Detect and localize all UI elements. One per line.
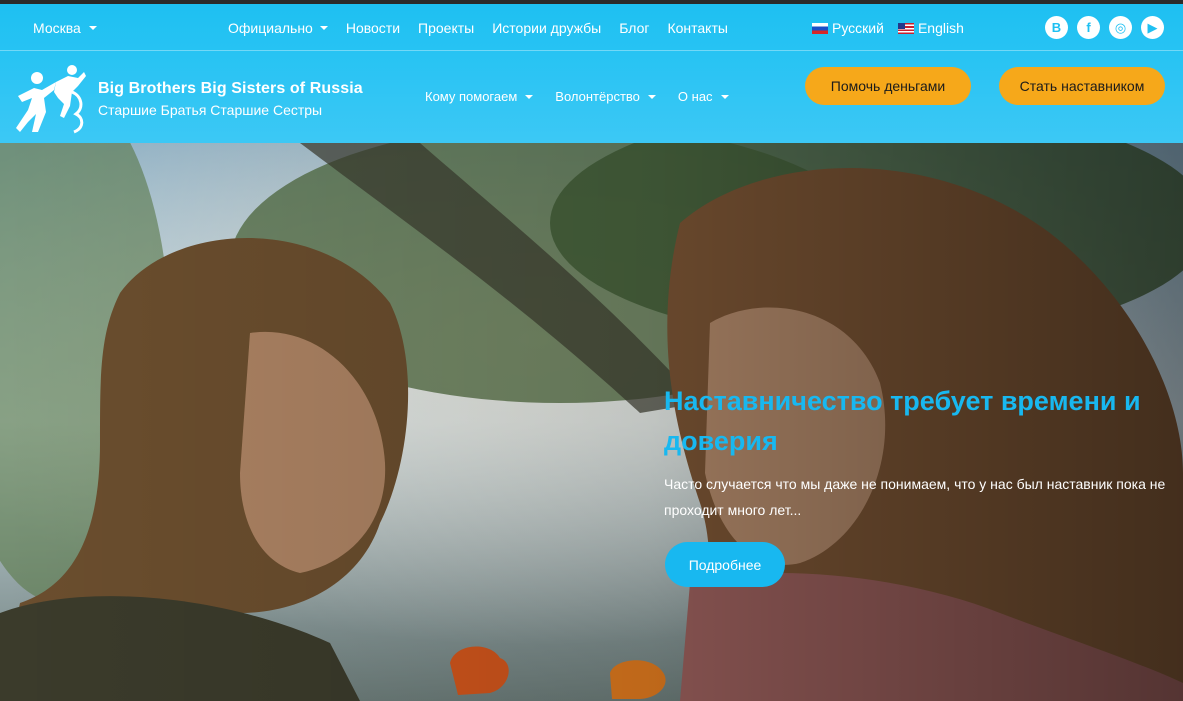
top-nav-label: Контакты [667, 20, 728, 36]
facebook-icon[interactable]: f [1077, 16, 1100, 39]
city-dropdown[interactable]: Москва [33, 20, 97, 36]
usa-flag-icon [897, 22, 914, 34]
main-nav-about[interactable]: О нас [678, 89, 729, 104]
vk-icon[interactable]: В [1045, 16, 1068, 39]
main-nav: Кому помогаем Волонтёрство О нас [425, 89, 729, 104]
hero-title: Наставничество требует времени и доверия [664, 386, 1141, 456]
top-nav-label: Истории дружбы [492, 20, 602, 36]
hero-description: Часто случается что мы даже не понимаем,… [664, 476, 1166, 518]
top-nav-stories[interactable]: Истории дружбы [492, 20, 601, 36]
become-mentor-button[interactable]: Стать наставником [999, 67, 1165, 105]
site-header: Москва Официально Новости Проекты Истори… [0, 4, 1183, 143]
russia-flag-icon [812, 22, 828, 34]
lang-label: English [917, 20, 964, 36]
chevron-down-icon [720, 94, 729, 99]
chevron-down-icon [319, 26, 328, 30]
top-nav-contacts[interactable]: Контакты [667, 20, 727, 36]
top-nav-official[interactable]: Официально [228, 20, 328, 36]
top-nav-label: Новости [345, 20, 401, 36]
donate-button[interactable]: Помочь деньгами [805, 67, 971, 105]
lang-russian[interactable]: Русский [812, 20, 884, 36]
language-switcher: Русский English [812, 20, 964, 36]
main-nav-label: Волонтёрство [555, 89, 640, 104]
main-nav-label: Кому помогаем [425, 89, 518, 104]
top-nav-blog[interactable]: Блог [619, 20, 649, 36]
site-logo[interactable]: Big Brothers Big Sisters of Russia Старш… [10, 62, 363, 136]
read-more-button[interactable]: Подробнее [665, 542, 785, 587]
top-nav: Официально Новости Проекты Истории дружб… [228, 20, 728, 36]
city-label: Москва [33, 20, 81, 36]
top-bar: Москва Официально Новости Проекты Истори… [0, 4, 1183, 51]
main-nav-whom-we-help[interactable]: Кому помогаем [425, 89, 534, 104]
top-nav-news[interactable]: Новости [346, 20, 400, 36]
top-nav-label: Официально [228, 20, 313, 36]
main-nav-label: О нас [677, 89, 713, 104]
youtube-icon[interactable]: ▶ [1141, 16, 1164, 39]
logo-title: Big Brothers Big Sisters of Russia [98, 80, 363, 97]
chevron-down-icon [525, 94, 534, 99]
chevron-down-icon [647, 94, 656, 99]
instagram-icon[interactable]: ◎ [1109, 16, 1132, 39]
chevron-down-icon [88, 26, 97, 30]
top-nav-label: Проекты [418, 20, 475, 36]
lang-english[interactable]: English [897, 20, 964, 36]
main-nav-volunteering[interactable]: Волонтёрство [555, 89, 656, 104]
logo-subtitle: Старшие Братья Старшие Сестры [98, 102, 323, 118]
hero-slider: Наставничество требует времени и доверия… [0, 143, 1183, 701]
top-nav-label: Блог [619, 20, 650, 36]
logo-figures-icon [16, 65, 86, 134]
social-links: В f ◎ ▶ [1045, 16, 1164, 39]
lang-label: Русский [832, 20, 884, 36]
top-nav-projects[interactable]: Проекты [418, 20, 474, 36]
